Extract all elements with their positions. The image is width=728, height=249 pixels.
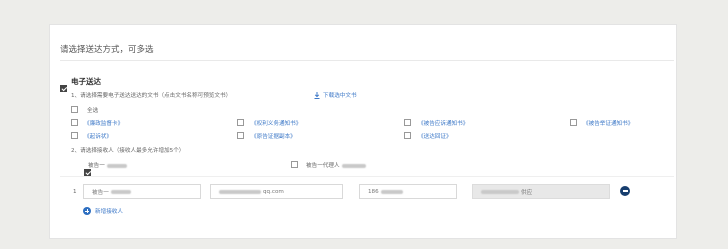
recipient-checkbox[interactable]: [84, 169, 92, 176]
redacted-text: [341, 163, 366, 168]
step1-instruction: 1、请选择需要电子送达送达的文书（点击文书名称可预览文书）: [71, 93, 232, 99]
recipient-label: 被告一代理人: [306, 161, 366, 169]
recipient-name-value: 被告一: [92, 189, 109, 196]
service-method-card: [49, 24, 677, 239]
redacted-text: [110, 189, 131, 194]
download-icon: [314, 91, 320, 99]
recipient-address-value: 供应: [521, 189, 533, 196]
doc-link[interactable]: 《原告证据副本》: [251, 132, 296, 140]
recipient-email-input[interactable]: qq.com: [210, 184, 343, 199]
doc-checkbox[interactable]: [570, 119, 577, 126]
page-title: 请选择送达方式，可多选: [60, 45, 154, 55]
doc-link[interactable]: 《廉政监督卡》: [84, 119, 123, 127]
plus-circle-icon: [83, 207, 91, 215]
recipient-checkbox[interactable]: [291, 161, 298, 168]
divider: [60, 176, 674, 177]
doc-checkbox[interactable]: [237, 119, 244, 126]
redacted-text: [481, 189, 519, 194]
recipient-label-text: 被告一代理人: [306, 163, 340, 169]
doc-link[interactable]: 《起诉状》: [84, 132, 112, 140]
select-all-label: 全选: [87, 108, 99, 114]
recipient-email-value: qq.com: [263, 188, 284, 195]
step2-instruction: 2、请选择接收人（接收人最多允许增加5个）: [71, 148, 185, 154]
row-index: 1: [73, 189, 77, 195]
doc-link[interactable]: 《送达回证》: [418, 132, 452, 140]
recipient-label: 被告一: [88, 161, 127, 169]
recipient-phone-value: 186: [368, 188, 379, 195]
redacted-text: [219, 189, 261, 194]
download-selected-link[interactable]: 下载选中文书: [314, 91, 357, 99]
doc-link[interactable]: 《权利义务通知书》: [251, 119, 301, 127]
add-recipient-button[interactable]: 新增接收人: [83, 207, 123, 215]
recipient-label-text: 被告一: [88, 163, 105, 169]
doc-link[interactable]: 《被告举证通知书》: [583, 119, 633, 127]
add-recipient-label: 新增接收人: [95, 209, 123, 215]
doc-checkbox[interactable]: [71, 132, 78, 139]
select-all-checkbox[interactable]: [71, 106, 78, 113]
remove-recipient-icon[interactable]: [620, 186, 630, 196]
doc-checkbox[interactable]: [71, 119, 78, 126]
electronic-service-checkbox[interactable]: [60, 85, 67, 92]
recipient-phone-input[interactable]: 186: [359, 184, 457, 199]
divider: [60, 60, 674, 61]
recipient-name-input[interactable]: 被告一: [83, 184, 201, 199]
electronic-service-label: 电子送达: [71, 77, 101, 86]
download-selected-label: 下载选中文书: [323, 93, 357, 99]
doc-checkbox[interactable]: [404, 119, 411, 126]
doc-link[interactable]: 《被告应诉通知书》: [418, 119, 468, 127]
recipient-address-input: 供应: [472, 184, 610, 199]
redacted-text: [106, 163, 127, 168]
doc-checkbox[interactable]: [404, 132, 411, 139]
redacted-text: [380, 189, 403, 194]
doc-checkbox[interactable]: [237, 132, 244, 139]
